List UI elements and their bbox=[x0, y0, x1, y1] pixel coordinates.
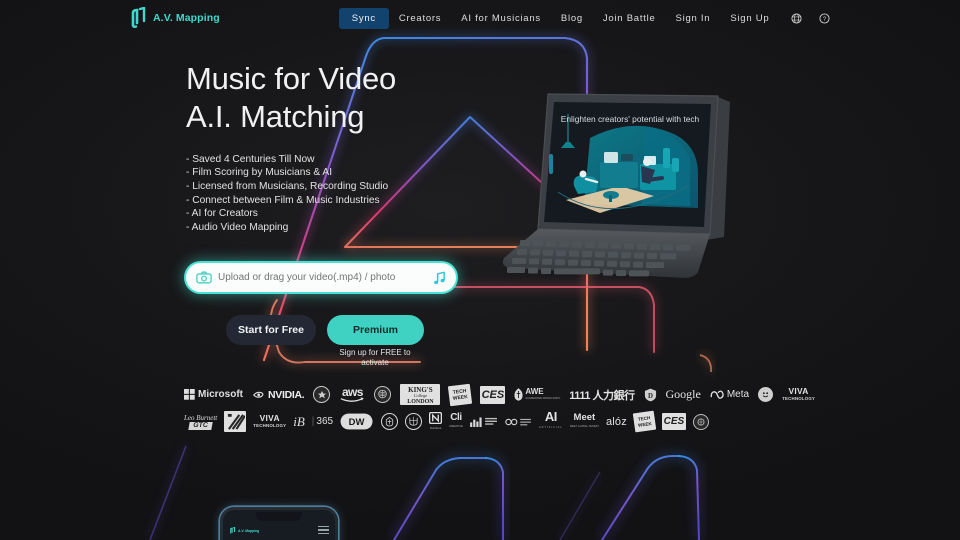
list-item: - Audio Video Mapping bbox=[186, 221, 289, 233]
svg-text:DW: DW bbox=[349, 417, 365, 428]
tablet-caption: Enlighten creators' potential with tech bbox=[561, 114, 700, 124]
logo-row-1: Microsoft NVIDIA. aws KING'S College LON… bbox=[184, 381, 815, 408]
premium-button[interactable]: Premium bbox=[327, 315, 424, 345]
nav-item-sign-up[interactable]: Sign Up bbox=[720, 8, 779, 29]
logo-label: Meet bbox=[573, 411, 596, 423]
logo-kings-college-london: KING'S College LONDON bbox=[400, 384, 441, 405]
logo-viva-technology: VIVA TECHNOLOGY bbox=[782, 385, 816, 401]
logo-pattern bbox=[224, 411, 247, 432]
feature-bullet-list: - Saved 4 Centuries Till Now - Film Scor… bbox=[186, 153, 516, 235]
logo-awe: AWE AUGMENTED WORLD EXPO bbox=[514, 387, 560, 402]
logo-globe-mark bbox=[405, 413, 423, 430]
logo-ces: CES bbox=[480, 385, 506, 404]
hamburger-menu-icon[interactable] bbox=[318, 526, 329, 536]
page-title: Music for Video A.I. Matching bbox=[186, 60, 516, 137]
nav-item-creators[interactable]: Creators bbox=[389, 8, 451, 29]
logo-leo-burnett-gtc: Leo Burnett GTC bbox=[184, 413, 218, 430]
logo-aloz: alóz bbox=[606, 416, 627, 428]
phone-top-bar: A.V. Mapping bbox=[229, 526, 329, 536]
svg-text:?: ? bbox=[823, 16, 827, 22]
logo-d-shield: D bbox=[644, 388, 657, 402]
nav-item-join-battle[interactable]: Join Battle bbox=[593, 8, 666, 29]
logo-label: iB bbox=[293, 413, 305, 429]
partner-logo-strip: Microsoft NVIDIA. aws KING'S College LON… bbox=[184, 381, 815, 435]
logo-dw: DW bbox=[340, 413, 374, 430]
nav-item-blog[interactable]: Blog bbox=[551, 8, 593, 29]
svg-text:D: D bbox=[648, 392, 653, 399]
hero-title-line1: Music for Video bbox=[186, 61, 397, 96]
logo-google: Google bbox=[666, 387, 701, 402]
logo-us-seal bbox=[313, 386, 331, 403]
logo-meet: Meet MEET GLOBAL SUMMIT bbox=[569, 411, 599, 428]
camera-icon[interactable] bbox=[196, 271, 212, 284]
music-note-logo-icon bbox=[230, 527, 236, 534]
logo-ib: iB bbox=[293, 414, 305, 430]
music-note-icon[interactable] bbox=[433, 271, 446, 285]
logo-bar-chart bbox=[469, 416, 498, 427]
logo-tech-week: TECH WEEK bbox=[448, 383, 473, 406]
start-for-free-button[interactable]: Start for Free bbox=[226, 315, 316, 345]
logo-infinity bbox=[505, 418, 532, 426]
phone-screen: A.V. Mapping bbox=[223, 510, 335, 540]
logo-label: aws bbox=[341, 384, 363, 399]
logo-365: | 365 bbox=[311, 416, 334, 427]
logo-label: 365 bbox=[316, 416, 334, 427]
logo-viva-technology-2: VIVA TECHNOLOGY bbox=[253, 412, 287, 428]
logo-microsoft: Microsoft bbox=[184, 389, 243, 400]
phone-brand: A.V. Mapping bbox=[229, 527, 259, 535]
globe-icon[interactable] bbox=[785, 7, 807, 29]
upload-dropzone[interactable] bbox=[186, 263, 456, 292]
help-icon[interactable]: ? bbox=[813, 7, 835, 29]
nav-item-sign-in[interactable]: Sign In bbox=[666, 8, 721, 29]
nav-links: Sync Creators AI for Musicians Blog Join… bbox=[338, 7, 836, 29]
logo-label: 1111 人力銀行 bbox=[569, 389, 635, 402]
top-navigation-bar: A.V. Mapping Sync Creators AI for Musici… bbox=[0, 0, 960, 36]
phone-notch bbox=[256, 512, 302, 521]
logo-label: Microsoft bbox=[198, 389, 243, 400]
logo-n-numbers: Numbers bbox=[429, 411, 443, 432]
list-item: - Connect between Film & Music Industrie… bbox=[186, 194, 380, 206]
tablet-illustration: Enlighten creators' potential with tech bbox=[492, 82, 782, 298]
signup-free-note: Sign up for FREE to activate bbox=[339, 348, 411, 367]
phone-mockup: A.V. Mapping bbox=[220, 507, 338, 540]
logo-nvidia: NVIDIA. bbox=[252, 388, 305, 401]
hero-section: Music for Video A.I. Matching - Saved 4 … bbox=[186, 60, 516, 234]
brand-logo[interactable]: A.V. Mapping bbox=[128, 7, 220, 29]
logo-label: alóz bbox=[605, 415, 627, 428]
logo-ces-2: CES bbox=[661, 413, 686, 430]
nav-item-sync[interactable]: Sync bbox=[338, 7, 389, 29]
logo-aws: aws bbox=[339, 384, 365, 403]
cta-button-row: Start for Free Premium bbox=[226, 315, 424, 345]
logo-row-2: Leo Burnett GTC VIVA TECHNOLOGY iB | 365 … bbox=[184, 408, 774, 435]
music-note-logo-icon bbox=[131, 7, 146, 28]
logo-smiley bbox=[758, 387, 774, 402]
landing-page: A.V. Mapping Sync Creators AI for Musici… bbox=[0, 0, 960, 540]
list-item: - Film Scoring by Musicians & AI bbox=[186, 167, 333, 179]
list-item: - Licensed from Musicians, Recording Stu… bbox=[186, 181, 389, 193]
logo-united-nations bbox=[374, 386, 392, 403]
logo-seal bbox=[692, 413, 709, 430]
list-item: - AI for Creators bbox=[186, 208, 258, 220]
logo-label: AI bbox=[544, 408, 558, 424]
upload-input[interactable] bbox=[218, 272, 427, 283]
logo-label: NVIDIA. bbox=[268, 388, 305, 401]
logo-label: Meta bbox=[726, 389, 750, 400]
phone-brand-label: A.V. Mapping bbox=[238, 529, 260, 534]
nav-item-ai-for-musicians[interactable]: AI for Musicians bbox=[451, 8, 551, 29]
logo-1111-job-bank: 1111 人力銀行 bbox=[569, 387, 635, 403]
list-item: - Saved 4 Centuries Till Now bbox=[186, 153, 315, 165]
logo-meta: Meta bbox=[710, 389, 749, 400]
logo-tech-week-2: TECH WEEK bbox=[632, 410, 657, 433]
hero-title-line2: A.I. Matching bbox=[186, 99, 365, 135]
logo-cli: Cli CREATIVE bbox=[449, 411, 463, 428]
brand-name: A.V. Mapping bbox=[153, 12, 220, 24]
logo-ai: AI ARTIFICIAL bbox=[538, 408, 563, 429]
logo-label: Google bbox=[665, 387, 701, 401]
logo-crest bbox=[381, 413, 399, 430]
